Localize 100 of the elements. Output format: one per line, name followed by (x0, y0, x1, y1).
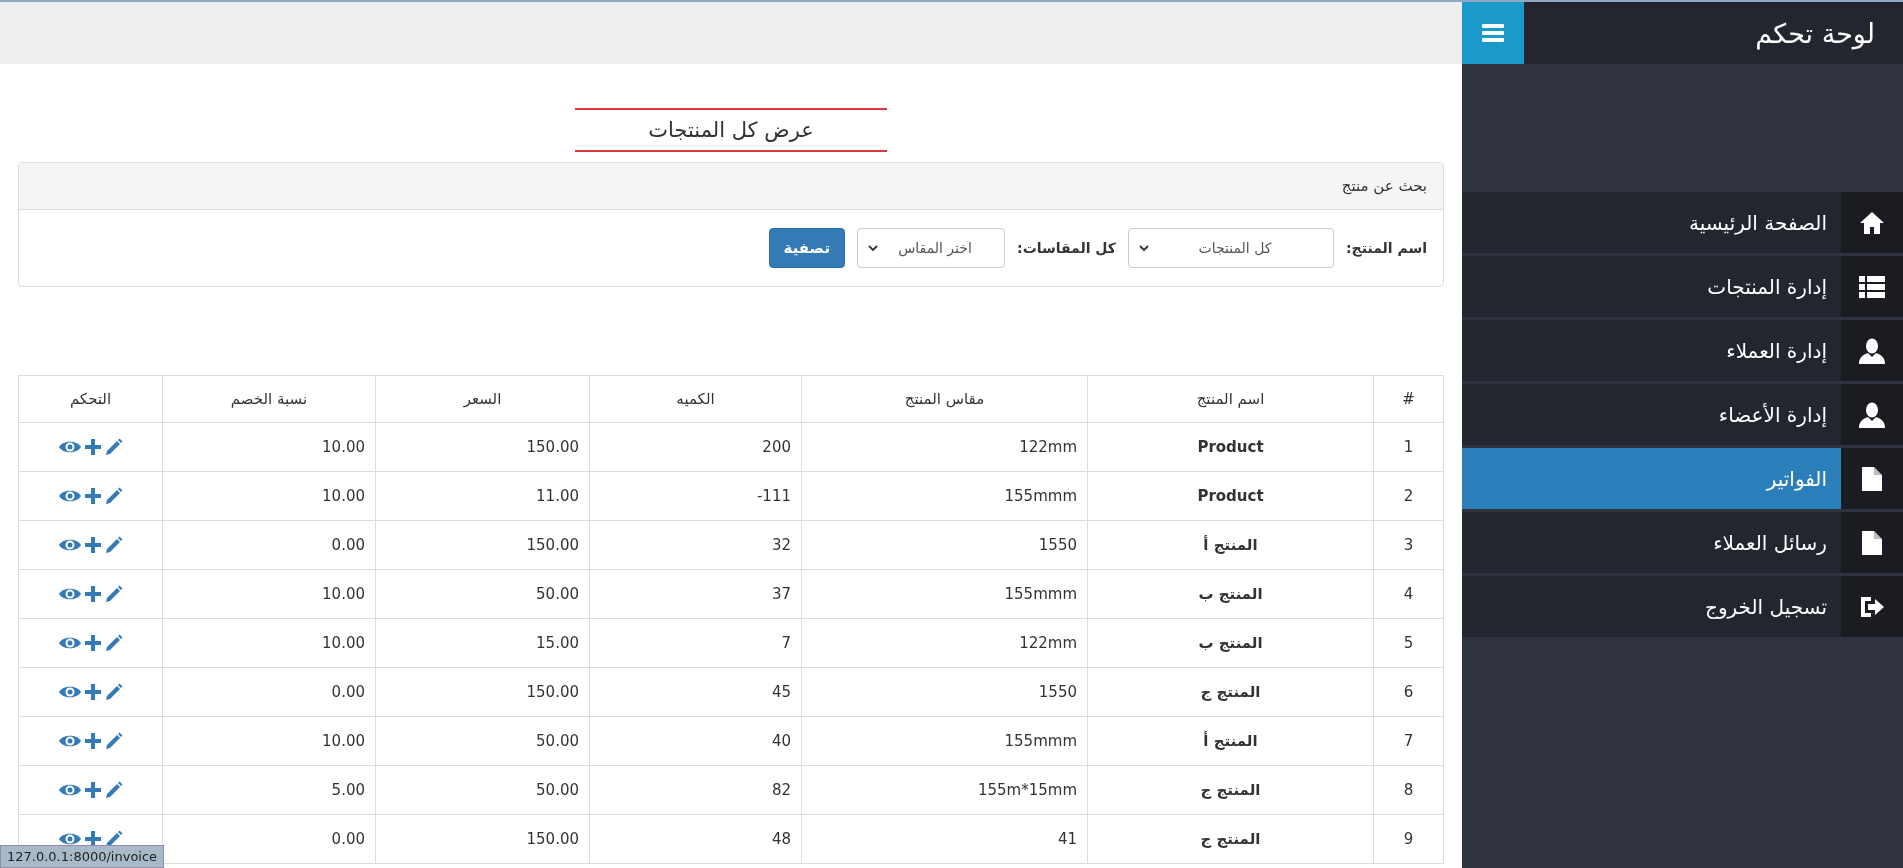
product-select[interactable]: كل المنتجات (1128, 228, 1334, 268)
table-cell: 1 (1373, 422, 1444, 472)
table-cell: 7 (1373, 716, 1444, 766)
table-cell: 2 (1373, 471, 1444, 521)
table-cell: 1550 (801, 667, 1088, 717)
table-cell: المنتج ج (1087, 814, 1374, 864)
menu-toggle-button[interactable] (1462, 2, 1524, 64)
panel-heading: بحث عن منتج (1341, 177, 1427, 195)
table-cell: 50.00 (375, 765, 590, 815)
sidebar-item[interactable]: إدارة العملاء (1462, 320, 1903, 381)
column-header: التحكم (18, 375, 163, 423)
table-cell: المنتج ب (1087, 569, 1374, 619)
add-icon[interactable] (84, 586, 101, 603)
table-cell: 150.00 (375, 422, 590, 472)
chevron-down-icon (868, 244, 879, 252)
table-cell: 155m*15mm (801, 765, 1088, 815)
table-cell: 3 (1373, 520, 1444, 570)
add-icon[interactable] (84, 439, 101, 456)
page-title: عرض كل المنتجات (575, 108, 887, 152)
table-cell: 0.00 (162, 520, 376, 570)
add-icon[interactable] (84, 488, 101, 505)
column-header: السعر (375, 375, 590, 423)
edit-icon[interactable] (104, 536, 123, 555)
edit-icon[interactable] (104, 487, 123, 506)
table-cell: 10.00 (162, 422, 376, 472)
size-select[interactable]: اختر المقاس (857, 228, 1006, 268)
add-icon[interactable] (84, 537, 101, 554)
edit-icon[interactable] (104, 438, 123, 457)
table-cell: 155mmm (801, 471, 1088, 521)
filter-button[interactable]: تصفية (768, 228, 846, 268)
edit-icon[interactable] (104, 634, 123, 653)
home-icon (1859, 210, 1885, 235)
add-icon[interactable] (84, 684, 101, 701)
user-icon (1859, 337, 1885, 364)
add-icon[interactable] (84, 831, 101, 848)
table-cell: 155mmm (801, 716, 1088, 766)
table-cell: 15.00 (375, 618, 590, 668)
table-cell: 111- (589, 471, 802, 521)
table-cell: المنتج ب (1087, 618, 1374, 668)
table-cell: 1550 (801, 520, 1088, 570)
table-cell: 0.00 (162, 667, 376, 717)
sidebar-item[interactable]: إدارة الأعضاء (1462, 384, 1903, 445)
table-cell: 122mm (801, 618, 1088, 668)
table-cell: المنتج أ (1087, 520, 1374, 570)
add-icon[interactable] (84, 635, 101, 652)
table-cell: 41 (801, 814, 1088, 864)
edit-icon[interactable] (104, 781, 123, 800)
table-cell: 6 (1373, 667, 1444, 717)
column-header: الكميه (589, 375, 802, 423)
table-cell: 5 (1373, 618, 1444, 668)
sidebar-item[interactable]: رسائل العملاء (1462, 512, 1903, 573)
edit-icon[interactable] (104, 732, 123, 751)
edit-icon[interactable] (104, 585, 123, 604)
menu-icon (1482, 23, 1504, 43)
table-cell: Product (1087, 422, 1374, 472)
list-icon (1859, 275, 1885, 298)
table-cell: 10.00 (162, 471, 376, 521)
edit-icon[interactable] (104, 683, 123, 702)
table-cell: 122mm (801, 422, 1088, 472)
table-cell: المنتج ج (1087, 667, 1374, 717)
column-header: مقاس المنتج (801, 375, 1088, 423)
table-cell: 155mmm (801, 569, 1088, 619)
table-cell: 10.00 (162, 569, 376, 619)
table-cell: 10.00 (162, 716, 376, 766)
table-cell: 5.00 (162, 765, 376, 815)
add-icon[interactable] (84, 733, 101, 750)
chevron-down-icon (1139, 244, 1149, 252)
table-cell: المنتج أ (1087, 716, 1374, 766)
table-cell: المنتج ج (1087, 765, 1374, 815)
sidebar-item[interactable]: الصفحة الرئيسية (1462, 192, 1903, 253)
table-cell: 82 (589, 765, 802, 815)
table-cell: 40 (589, 716, 802, 766)
logout-icon (1859, 594, 1885, 619)
table-cell: 50.00 (375, 716, 590, 766)
sidebar-title: لوحة تحكم (1754, 16, 1876, 52)
table-cell: Product (1087, 471, 1374, 521)
table-cell: 37 (589, 569, 802, 619)
sidebar-item[interactable]: تسجيل الخروج (1462, 576, 1903, 637)
table-cell: 200 (589, 422, 802, 472)
table-cell: 11.00 (375, 471, 590, 521)
table-cell: 32 (589, 520, 802, 570)
status-url: 127.0.0.1:8000/invoice (0, 845, 165, 868)
table-cell: 7 (589, 618, 802, 668)
table-cell: 4 (1373, 569, 1444, 619)
column-header: # (1373, 375, 1444, 423)
table-cell: 8 (1373, 765, 1444, 815)
sidebar-item[interactable]: الفواتير (1462, 448, 1903, 509)
document-icon (1862, 530, 1882, 555)
sidebar-item[interactable]: إدارة المنتجات (1462, 256, 1903, 317)
table-cell: 10.00 (162, 618, 376, 668)
product-label: اسم المنتج: (1346, 240, 1427, 256)
table-cell: 48 (589, 814, 802, 864)
column-header: اسم المنتج (1087, 375, 1374, 423)
user-icon (1859, 401, 1885, 428)
add-icon[interactable] (84, 782, 101, 799)
table-cell: 9 (1373, 814, 1444, 864)
table-cell: 45 (589, 667, 802, 717)
table-cell: 50.00 (375, 569, 590, 619)
document-icon (1862, 466, 1882, 491)
column-header: نسبة الخصم (162, 375, 376, 423)
